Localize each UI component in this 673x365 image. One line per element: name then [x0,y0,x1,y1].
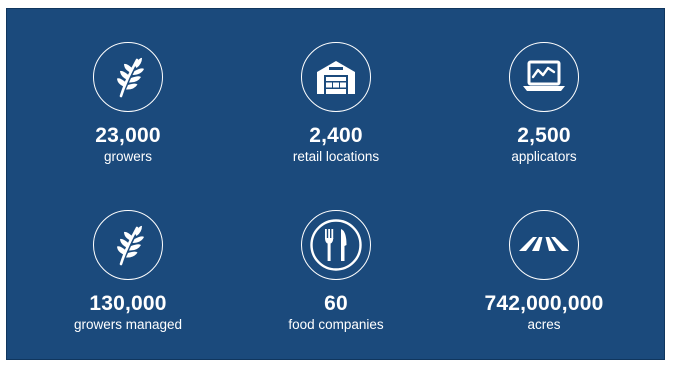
wheat-icon [93,210,163,280]
stat-food-companies: 60 food companies [236,210,436,333]
stat-value: 2,500 [517,124,571,147]
warehouse-icon [301,42,371,112]
stat-label: applicators [511,149,577,164]
stat-retail-locations: 2,400 retail locations [236,42,436,165]
stat-value: 130,000 [89,292,167,315]
stat-label: growers [103,149,152,164]
stat-label: growers managed [73,317,183,332]
stat-value: 60 [324,292,348,315]
stat-label: retail locations [292,149,380,164]
stat-value: 23,000 [95,124,161,147]
stat-growers-managed: 130,000 growers managed [28,210,228,333]
fork-knife-icon [301,210,371,280]
stat-growers: 23,000 growers [28,42,228,165]
stat-label: acres [527,317,561,332]
stat-acres: 742,000,000 acres [444,210,644,333]
laptop-chart-icon [509,42,579,112]
stat-label: food companies [288,317,384,332]
wheat-icon [93,42,163,112]
stat-value: 742,000,000 [484,292,604,315]
stats-panel: 23,000 growers 2,400 retail locations 2,… [6,8,665,360]
field-rows-icon [509,210,579,280]
stat-applicators: 2,500 applicators [444,42,644,165]
stat-value: 2,400 [309,124,363,147]
